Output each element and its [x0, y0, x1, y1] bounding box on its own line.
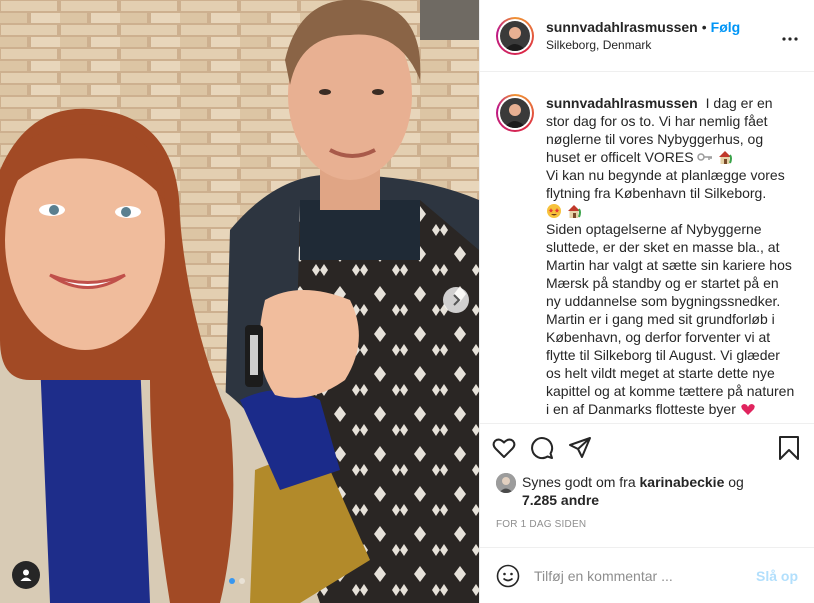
- post-header: sunnvadahlrasmussen • Følg Silkeborg, De…: [480, 0, 814, 72]
- key-emoji: [697, 153, 713, 161]
- comment-input[interactable]: [534, 567, 734, 584]
- comment-form: Slå op: [480, 547, 814, 603]
- likes-text: Synes godt om fra karinabeckie og 7.285 …: [522, 473, 744, 509]
- follow-button[interactable]: Følg: [711, 19, 741, 35]
- post-comment-button[interactable]: Slå op: [756, 568, 798, 584]
- post-photo[interactable]: [0, 0, 479, 603]
- post-actions: [480, 423, 814, 471]
- instagram-post-modal: sunnvadahlrasmussen • Følg Silkeborg, De…: [0, 0, 814, 603]
- avatar[interactable]: [496, 16, 534, 55]
- likes-summary: Synes godt om fra karinabeckie og 7.285 …: [480, 473, 814, 509]
- save-button[interactable]: [778, 435, 800, 460]
- separator: •: [701, 19, 707, 35]
- post-timestamp[interactable]: FOR 1 DAG SIDEN: [480, 519, 814, 537]
- bookmark-icon: [779, 435, 799, 460]
- caption: sunnvadahlrasmussen I dag er en stor dag…: [496, 94, 798, 418]
- caption-scroll-area[interactable]: sunnvadahlrasmussen I dag er en stor dag…: [480, 72, 814, 423]
- carousel-indicator: [229, 578, 245, 584]
- more-options-button[interactable]: [782, 28, 798, 46]
- caption-avatar[interactable]: [496, 94, 534, 132]
- red-heart-emoji: [741, 404, 755, 415]
- comment-button[interactable]: [530, 436, 554, 460]
- comment-icon: [531, 436, 554, 459]
- carousel-dot-2: [239, 578, 245, 584]
- share-icon: [569, 436, 591, 458]
- user-icon: [20, 569, 32, 581]
- caption-paragraph-3: Siden optagelserne af Nybyggerne slutted…: [546, 221, 795, 417]
- post-username[interactable]: sunnvadahlrasmussen: [546, 19, 698, 35]
- like-button[interactable]: [492, 437, 516, 459]
- house-emoji-2: [567, 205, 581, 218]
- post-sidebar: sunnvadahlrasmussen • Følg Silkeborg, De…: [479, 0, 814, 603]
- star-struck-emoji: [547, 204, 561, 218]
- likes-count[interactable]: 7.285 andre: [522, 492, 599, 508]
- share-button[interactable]: [568, 436, 592, 460]
- likes-prefix: Synes godt om fra: [522, 474, 636, 490]
- chevron-right-icon: [453, 294, 461, 306]
- caption-text: sunnvadahlrasmussen I dag er en stor dag…: [546, 94, 796, 418]
- caption-username[interactable]: sunnvadahlrasmussen: [546, 95, 698, 111]
- photo-scene: [0, 0, 479, 603]
- more-horizontal-icon: [782, 37, 798, 41]
- house-emoji: [719, 151, 733, 164]
- likes-conj: og: [728, 474, 744, 490]
- post-location[interactable]: Silkeborg, Denmark: [546, 38, 740, 52]
- liker-avatar[interactable]: [496, 473, 516, 493]
- heart-icon: [492, 438, 516, 458]
- smiley-icon[interactable]: [496, 564, 520, 588]
- tagged-users-button[interactable]: [12, 561, 40, 589]
- carousel-dot-1: [229, 578, 235, 584]
- carousel-next-button[interactable]: [443, 287, 469, 313]
- liker-username[interactable]: karinabeckie: [640, 474, 725, 490]
- caption-paragraph-2: Vi kan nu begynde at planlægge vores fly…: [546, 167, 785, 201]
